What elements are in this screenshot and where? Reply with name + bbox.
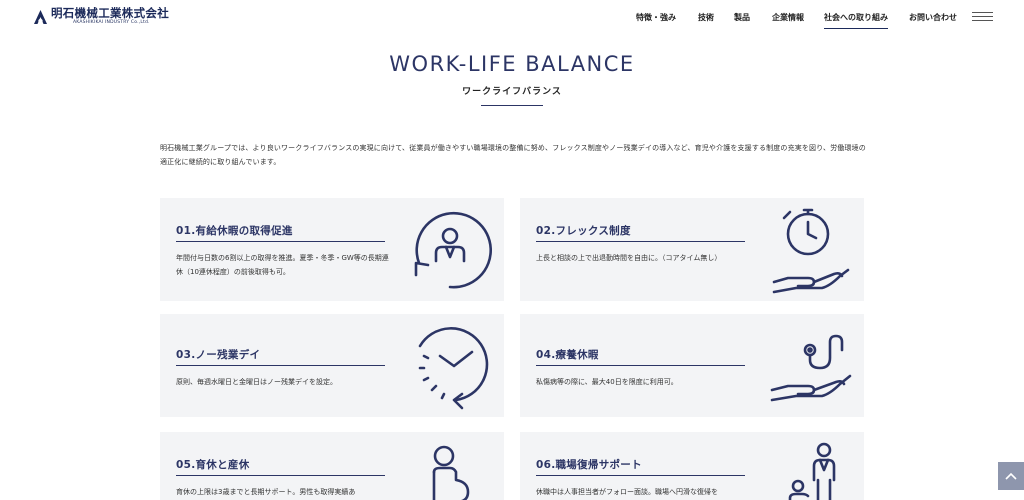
card-title: 02.フレックス制度 [536,225,631,237]
nav-social-initiatives[interactable]: 社会への取り組み [824,12,888,29]
card-description: 育休の上限は3歳までと長期サポート。男性も取得実績あ [176,488,356,496]
card-childcare-leave: 05.育休と産休 育休の上限は3歳までと長期サポート。男性も取得実績あ [160,432,504,500]
card-description: 上長と相談の上で出退勤時間を自由に。（コアタイム無し） [536,254,722,262]
card-description: 原則、毎週水曜日と金曜日はノー残業デイを設定。 [176,378,337,386]
logo-text-jp: 明石機械工業株式会社 [51,6,169,20]
nav-company[interactable]: 企業情報 [772,12,804,23]
page-title: WORK-LIFE BALANCE [389,52,635,76]
stethoscope-hand-icon [770,334,852,402]
clock-arrow-icon [418,327,489,410]
nav-products[interactable]: 製品 [734,12,750,23]
site-header: 明石機械工業株式会社 AKASHIKIKAI INDUSTRY Co.,Ltd.… [0,0,1024,36]
chevron-up-icon [1005,472,1017,480]
card-divider [536,241,745,242]
parent-child-icon [788,442,836,500]
stopwatch-hand-icon [772,208,850,294]
card-description: 年間付与日数の6割以上の取得を推進。夏季・冬季・GW等の長期連休（10連休程度）… [176,254,389,276]
card-return-support: 06.職場復帰サポート 休職中は人事担当者がフォロー面談。職場へ円滑な復帰を [520,432,864,500]
page-subtitle: ワークライフバランス [462,87,562,97]
card-title: 03.ノー残業デイ [176,349,261,361]
title-divider [481,105,543,106]
card-title: 04.療養休暇 [536,349,599,361]
person-cycle-icon [414,211,492,289]
card-no-overtime: 03.ノー残業デイ 原則、毎週水曜日と金曜日はノー残業デイを設定。 [160,314,504,417]
pregnant-woman-icon [432,445,470,500]
card-title: 05.育休と産休 [176,459,250,471]
nav-technology[interactable]: 技術 [698,12,714,23]
card-title: 06.職場復帰サポート [536,459,642,471]
nav-contact[interactable]: お問い合わせ [909,12,957,23]
card-description: 休職中は人事担当者がフォロー面談。職場へ円滑な復帰を [536,488,718,496]
card-title: 01.有給休暇の取得促進 [176,225,293,237]
card-divider [536,365,745,366]
card-medical-leave: 04.療養休暇 私傷病等の際に、最大40日を限度に利用可。 [520,314,864,417]
card-divider [536,475,745,476]
logo-mark-icon [34,9,47,24]
card-paid-leave: 01.有給休暇の取得促進 年間付与日数の6割以上の取得を推進。夏季・冬季・GW等… [160,198,504,301]
menu-icon[interactable] [972,12,993,21]
card-flex-time: 02.フレックス制度 上長と相談の上で出退勤時間を自由に。（コアタイム無し） [520,198,864,301]
intro-text: 明石機械工業グループでは、より良いワークライフバランスの実現に向けて、従業員が働… [160,144,866,166]
logo-text-en: AKASHIKIKAI INDUSTRY Co.,Ltd. [73,20,150,25]
card-divider [176,365,385,366]
nav-features[interactable]: 特徴・強み [636,12,676,23]
page-top-button[interactable] [998,462,1024,490]
card-description: 私傷病等の際に、最大40日を限度に利用可。 [536,378,678,386]
company-logo[interactable]: 明石機械工業株式会社 AKASHIKIKAI INDUSTRY Co.,Ltd. [33,7,169,26]
card-divider [176,241,385,242]
card-divider [176,475,385,476]
